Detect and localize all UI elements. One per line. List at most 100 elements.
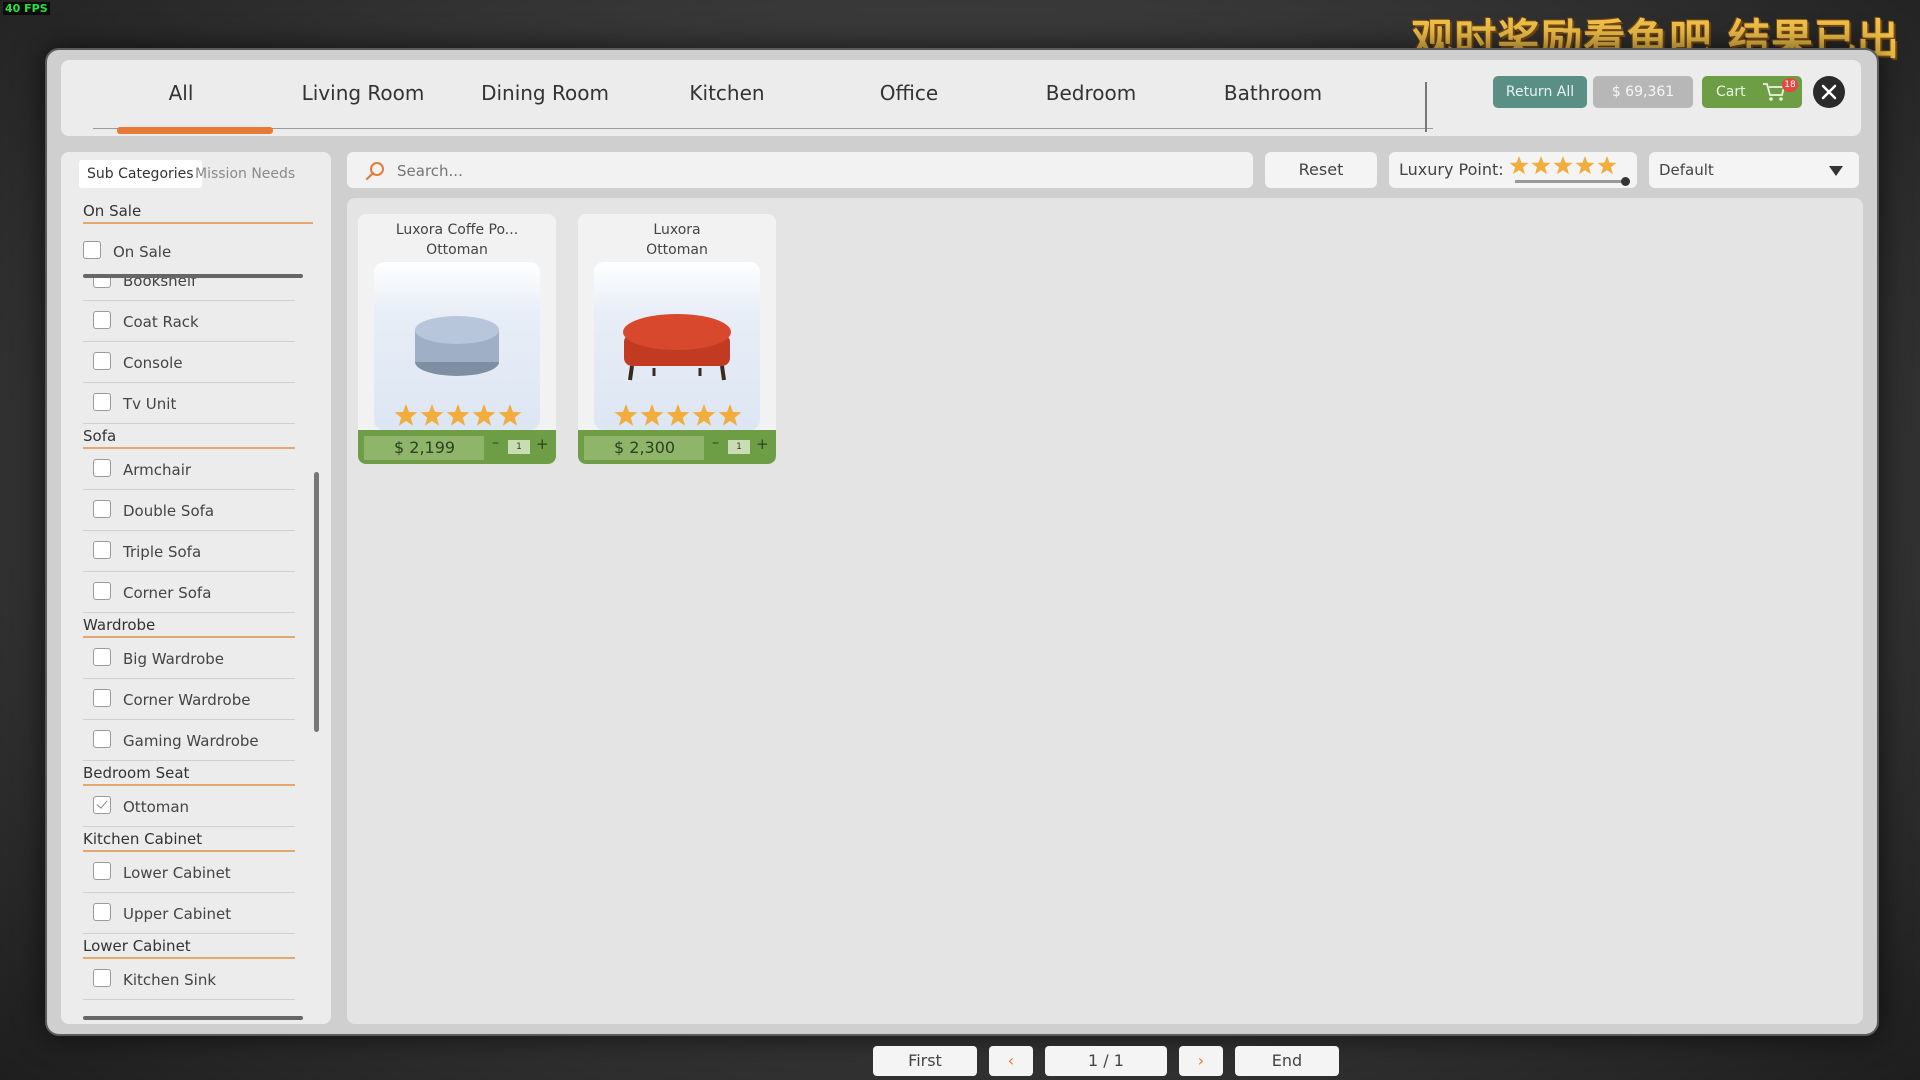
tab-kitchen[interactable]: Kitchen	[647, 60, 807, 126]
tab-living-room[interactable]: Living Room	[283, 60, 443, 126]
subcategory-item[interactable]: Upper Cabinet	[83, 893, 295, 934]
subcategory-item[interactable]: Big Wardrobe	[83, 638, 295, 679]
quantity-field[interactable]: 1	[728, 440, 750, 454]
subcategory-item[interactable]: Double Sofa	[83, 490, 295, 531]
star-icon	[1553, 156, 1573, 175]
product-name: Luxora Coffe Po... Ottoman	[358, 220, 556, 260]
luxury-slider-knob[interactable]	[1621, 177, 1630, 186]
search-input[interactable]	[395, 152, 1239, 190]
tab-dining-room[interactable]: Dining Room	[465, 60, 625, 126]
section-header: Bedroom Seat	[83, 761, 295, 786]
product-price: $ 2,199	[364, 436, 484, 460]
subcategory-item[interactable]: Triple Sofa	[83, 531, 295, 572]
tab-office[interactable]: Office	[829, 60, 989, 126]
decrease-qty-button[interactable]: –	[712, 435, 719, 451]
increase-qty-button[interactable]: +	[756, 435, 769, 453]
subcategory-label: Ottoman	[123, 798, 190, 816]
product-name-line2: Ottoman	[426, 242, 488, 258]
last-page-button[interactable]: End	[1235, 1046, 1339, 1076]
checkbox[interactable]	[93, 459, 111, 477]
checkbox[interactable]	[93, 500, 111, 518]
checkbox[interactable]	[93, 730, 111, 748]
chevron-down-icon	[1829, 166, 1843, 176]
subcategory-item[interactable]: Console	[83, 342, 295, 383]
subcategory-label: Corner Sofa	[123, 584, 212, 602]
return-all-button[interactable]: Return All	[1493, 76, 1587, 108]
checkbox[interactable]	[93, 352, 111, 370]
checkbox[interactable]	[93, 582, 111, 600]
tab-bedroom[interactable]: Bedroom	[1011, 60, 1171, 126]
close-icon	[1821, 84, 1837, 100]
subcategory-label: Big Wardrobe	[123, 650, 225, 668]
subcategory-label: Tv Unit	[123, 395, 177, 413]
cart-button[interactable]: Cart 18	[1702, 76, 1802, 108]
chevron-right-icon: ›	[1197, 1051, 1205, 1070]
subcategory-item[interactable]: Corner Sofa	[83, 572, 295, 613]
subcategory-item[interactable]: Ottoman	[83, 786, 295, 827]
product-name: Luxora Ottoman	[578, 220, 776, 260]
decrease-qty-button[interactable]: –	[492, 435, 499, 451]
star-icon	[718, 404, 742, 426]
subcategory-item[interactable]: Armchair	[83, 449, 295, 490]
on-sale-filter[interactable]: On Sale	[83, 237, 313, 267]
subcategory-label: Corner Wardrobe	[123, 691, 251, 709]
prev-page-button[interactable]: ‹	[989, 1046, 1033, 1076]
section-header: Sofa	[83, 424, 295, 449]
tab-bathroom[interactable]: Bathroom	[1193, 60, 1353, 126]
checkbox[interactable]	[93, 689, 111, 707]
next-page-button[interactable]: ›	[1179, 1046, 1223, 1076]
star-icon	[1509, 156, 1529, 175]
checkbox[interactable]	[93, 796, 111, 814]
checkbox[interactable]	[93, 648, 111, 666]
checkbox[interactable]	[93, 969, 111, 987]
subcategory-item[interactable]: Bookshelf	[83, 276, 295, 301]
subcategory-label: Gaming Wardrobe	[123, 732, 259, 750]
star-icon	[1531, 156, 1551, 175]
on-sale-header: On Sale	[83, 202, 313, 224]
checkbox[interactable]	[93, 393, 111, 411]
checkbox[interactable]	[93, 541, 111, 559]
tab-all[interactable]: All	[101, 60, 261, 126]
sort-selected: Default	[1659, 161, 1714, 179]
product-footer: $ 2,300–1 +	[578, 430, 776, 464]
reset-button[interactable]: Reset	[1265, 152, 1377, 188]
tab-underline	[93, 128, 1433, 129]
subcategory-item[interactable]: Tv Unit	[83, 383, 295, 424]
subcategory-item[interactable]: Corner Wardrobe	[83, 679, 295, 720]
subcategory-label: Kitchen Sink	[123, 971, 217, 989]
on-sale-checkbox[interactable]	[83, 241, 101, 259]
product-card[interactable]: Luxora Ottoman $ 2,300–1 +	[578, 214, 776, 464]
subcategory-item[interactable]: Lower Cabinet	[83, 852, 295, 893]
star-icon	[472, 404, 496, 426]
star-icon	[614, 404, 638, 426]
product-card[interactable]: Luxora Coffe Po... Ottoman $ 2,199–1 +	[358, 214, 556, 464]
star-icon	[446, 404, 470, 426]
close-button[interactable]	[1813, 76, 1845, 108]
checkbox[interactable]	[93, 862, 111, 880]
quantity-field[interactable]: 1	[508, 440, 530, 454]
search-icon	[365, 162, 384, 181]
star-icon	[640, 404, 664, 426]
shop-window: All Living Room Dining Room Kitchen Office Be…	[45, 48, 1879, 1076]
sort-dropdown[interactable]: Default	[1649, 152, 1859, 188]
star-icon	[498, 404, 522, 426]
tab-ga[interactable]: Ga	[1375, 60, 1421, 126]
category-tabs: All Living Room Dining Room Kitchen Office Be…	[101, 60, 1421, 136]
subcategory-label: Upper Cabinet	[123, 905, 232, 923]
subcategory-item[interactable]: Coat Rack	[83, 301, 295, 342]
subcategory-item[interactable]: Kitchen Sink	[83, 959, 295, 1000]
checkbox[interactable]	[93, 311, 111, 329]
increase-qty-button[interactable]: +	[536, 435, 549, 453]
first-page-button[interactable]: First	[873, 1046, 977, 1076]
tab-sub-categories[interactable]: Sub Categories	[79, 160, 202, 188]
subcategory-item[interactable]: Gaming Wardrobe	[83, 720, 295, 761]
category-tab-bar: All Living Room Dining Room Kitchen Office Be…	[61, 60, 1861, 136]
page-indicator: 1 / 1	[1045, 1046, 1167, 1076]
luxury-slider-track[interactable]	[1515, 180, 1625, 183]
tab-mission-needs[interactable]: Mission Needs	[187, 160, 303, 188]
product-footer: $ 2,199–1 +	[358, 430, 556, 464]
list-scrollbar[interactable]	[314, 472, 319, 732]
money-display: $ 69,361	[1593, 76, 1693, 108]
subcategory-label: Lower Cabinet	[123, 864, 231, 882]
checkbox[interactable]	[93, 903, 111, 921]
